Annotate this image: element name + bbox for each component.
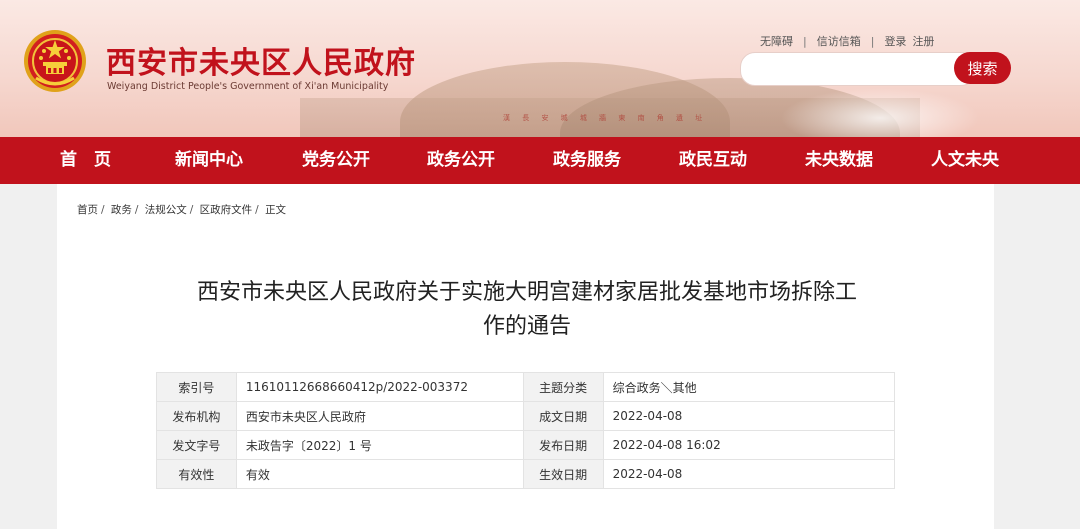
meta-label-publisher: 发布机构	[156, 401, 237, 431]
search-input[interactable]	[740, 52, 976, 86]
banner-inscription: 漢 長 安 城 城 牆 東 南 角 遺 址	[503, 114, 708, 122]
meta-label-index: 索引号	[156, 372, 237, 402]
meta-label-publish-date: 发布日期	[522, 430, 604, 460]
register-link[interactable]: 注册	[912, 33, 934, 49]
petition-mailbox-link[interactable]: 信访信箱	[817, 33, 861, 49]
breadcrumb-home[interactable]: 首页	[77, 204, 98, 216]
meta-label-effective-date: 生效日期	[522, 459, 604, 489]
accessibility-link[interactable]: 无障碍	[760, 33, 793, 49]
nav-item-government-affairs[interactable]: 政务公开	[427, 137, 495, 184]
nav-item-party-affairs[interactable]: 党务公开	[302, 137, 370, 184]
document-meta-table: 索引号 11610112668660412p/2022-003372 主题分类 …	[156, 372, 896, 489]
header-banner: 西安市未央区人民政府 Weiyang District People's Gov…	[0, 0, 1080, 137]
breadcrumb: 首页 / 政务 / 法规公文 / 区政府文件 / 正文	[77, 202, 286, 217]
meta-label-written-date: 成文日期	[522, 401, 604, 431]
breadcrumb-current: 正文	[265, 204, 287, 216]
meta-value-validity: 有效	[235, 459, 524, 489]
table-row: 发文字号 未政告字〔2022〕1 号 发布日期 2022-04-08 16:02	[156, 430, 896, 460]
table-row: 索引号 11610112668660412p/2022-003372 主题分类 …	[156, 372, 896, 402]
breadcrumb-affairs[interactable]: 政务	[111, 204, 132, 216]
meta-value-effective-date: 2022-04-08	[602, 459, 896, 489]
search-button[interactable]: 搜索	[954, 52, 1011, 84]
document-title-line: 作的通告	[482, 314, 571, 339]
login-link[interactable]: 登录	[884, 33, 906, 49]
breadcrumb-district-documents[interactable]: 区政府文件	[200, 204, 253, 216]
meta-value-doc-number: 未政告字〔2022〕1 号	[235, 430, 524, 460]
site-title[interactable]: 西安市未央区人民政府	[106, 38, 416, 82]
breadcrumb-separator: /	[101, 204, 105, 216]
meta-label-doc-number: 发文字号	[156, 430, 237, 460]
link-separator: |	[803, 35, 807, 48]
meta-value-written-date: 2022-04-08	[602, 401, 896, 431]
meta-label-category: 主题分类	[522, 372, 604, 402]
main-nav: 首 页 新闻中心 党务公开 政务公开 政务服务 政民互动 未央数据 人文未央	[0, 137, 1080, 184]
link-separator: |	[870, 35, 875, 48]
breadcrumb-separator: /	[134, 204, 139, 216]
article-panel: 首页 / 政务 / 法规公文 / 区政府文件 / 正文 西安市未央区人民政府关于实施大明…	[57, 184, 994, 529]
nav-item-home[interactable]: 首 页	[60, 137, 111, 184]
national-emblem-icon[interactable]	[22, 28, 88, 94]
banner-glow	[780, 88, 980, 137]
nav-item-culture[interactable]: 人文未央	[931, 137, 999, 184]
nav-item-government-services[interactable]: 政务服务	[553, 137, 621, 184]
meta-value-category: 综合政务＼其他	[602, 372, 896, 402]
breadcrumb-separator: /	[189, 204, 194, 216]
meta-value-index: 11610112668660412p/2022-003372	[235, 372, 524, 402]
table-row: 发布机构 西安市未央区人民政府 成文日期 2022-04-08	[156, 401, 896, 431]
top-links: 无障碍 | 信访信箱 | 登录 注册	[760, 33, 934, 49]
meta-label-validity: 有效性	[156, 459, 237, 489]
table-row: 有效性 有效 生效日期 2022-04-08	[156, 459, 896, 489]
nav-item-news-center[interactable]: 新闻中心	[175, 137, 243, 184]
breadcrumb-separator: /	[255, 204, 259, 216]
document-title-line: 西安市未央区人民政府关于实施大明宫建材家居批发基地市场拆除工	[196, 280, 857, 305]
breadcrumb-regulations[interactable]: 法规公文	[145, 204, 187, 216]
document-title: 西安市未央区人民政府关于实施大明宫建材家居批发基地市场拆除工 作的通告	[137, 276, 917, 344]
meta-value-publisher: 西安市未央区人民政府	[235, 401, 524, 431]
meta-value-publish-date: 2022-04-08 16:02	[602, 430, 896, 460]
site-subtitle: Weiyang District People's Government of …	[107, 81, 389, 92]
nav-item-weiyang-data[interactable]: 未央数据	[805, 137, 873, 184]
nav-item-interaction[interactable]: 政民互动	[679, 137, 747, 184]
